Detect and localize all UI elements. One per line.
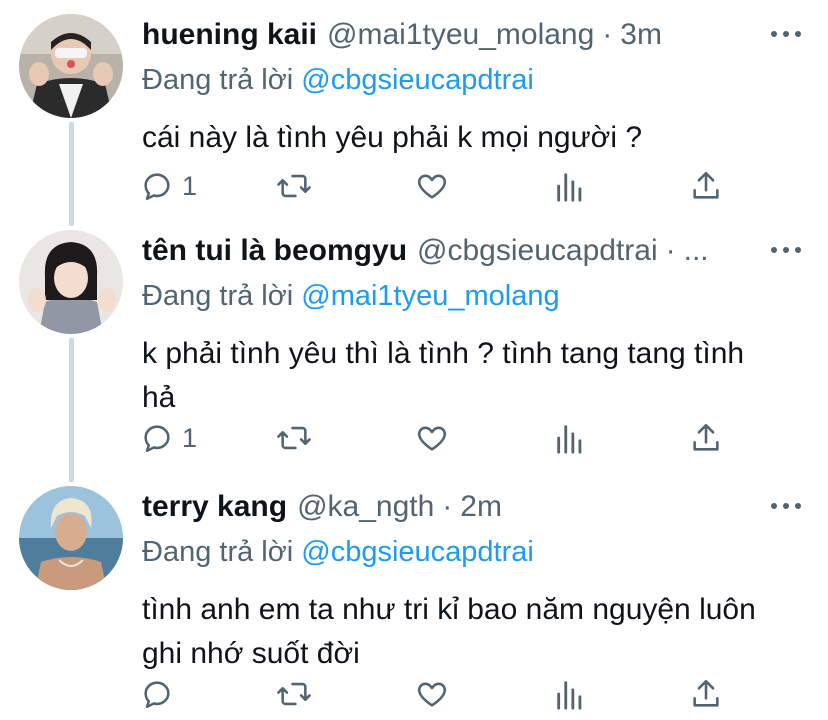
- like-icon: [414, 677, 450, 711]
- reply-icon: [140, 421, 174, 455]
- share-icon: [690, 169, 722, 203]
- tweet-header: terry kang @ka_ngth · 2m: [142, 486, 768, 528]
- tweet-text: cái này là tình yêu phải k mọi người ?: [142, 121, 643, 154]
- reply-button[interactable]: [140, 674, 182, 714]
- reply-button[interactable]: 1: [140, 418, 197, 458]
- display-name[interactable]: tên tui là beomgyu: [142, 234, 407, 268]
- tweet[interactable]: huening kaii @mai1tyeu_molang · 3m Đang …: [0, 14, 828, 214]
- more-icon[interactable]: [766, 488, 806, 524]
- tweet-text: k phải tình yêu thì là tình ? tình tang …: [142, 337, 745, 414]
- tweet[interactable]: terry kang @ka_ngth · 2m Đang trả lời @c…: [0, 486, 828, 720]
- retweet-icon: [275, 169, 313, 203]
- share-icon: [690, 677, 722, 711]
- share-button[interactable]: [690, 166, 722, 206]
- mention-link[interactable]: @cbgsieucapdtrai: [301, 64, 534, 96]
- tweet-header: tên tui là beomgyu @cbgsieucapdtrai · ..…: [142, 230, 768, 272]
- like-button[interactable]: [414, 674, 450, 714]
- user-handle[interactable]: @mai1tyeu_molang: [327, 18, 594, 52]
- retweet-button[interactable]: [275, 418, 313, 458]
- tweet[interactable]: tên tui là beomgyu @cbgsieucapdtrai · ..…: [0, 230, 828, 480]
- user-handle[interactable]: @cbgsieucapdtrai: [417, 234, 658, 268]
- action-bar: 1: [140, 166, 740, 206]
- like-button[interactable]: [414, 418, 450, 458]
- analytics-icon: [554, 169, 586, 203]
- reply-count: 1: [182, 170, 198, 201]
- timestamp[interactable]: ...: [684, 234, 709, 268]
- analytics-button[interactable]: [554, 166, 586, 206]
- replying-prefix: Đang trả lời: [142, 64, 302, 96]
- reply-icon: [140, 169, 174, 203]
- share-button[interactable]: [690, 674, 722, 714]
- analytics-icon: [554, 421, 586, 455]
- more-icon[interactable]: [766, 16, 806, 52]
- avatar[interactable]: [19, 14, 123, 118]
- avatar[interactable]: [19, 230, 123, 334]
- user-handle[interactable]: @ka_ngth: [297, 490, 434, 524]
- timestamp[interactable]: 2m: [460, 490, 502, 524]
- like-icon: [414, 169, 450, 203]
- retweet-icon: [275, 677, 313, 711]
- tweet-text: tình anh em ta như tri kỉ bao năm nguyện…: [142, 593, 756, 670]
- reply-button[interactable]: 1: [140, 166, 197, 206]
- separator: ·: [602, 18, 613, 51]
- retweet-button[interactable]: [275, 674, 313, 714]
- analytics-button[interactable]: [554, 674, 586, 714]
- action-bar: [140, 674, 740, 714]
- display-name[interactable]: terry kang: [142, 490, 287, 524]
- separator: ·: [665, 234, 676, 267]
- mention-link[interactable]: @cbgsieucapdtrai: [301, 536, 534, 568]
- mention-link[interactable]: @mai1tyeu_molang: [301, 280, 559, 312]
- share-icon: [690, 421, 722, 455]
- replying-prefix: Đang trả lời: [142, 536, 302, 568]
- avatar[interactable]: [19, 486, 123, 590]
- reply-icon: [140, 677, 174, 711]
- replying-to: Đang trả lời @cbgsieucapdtrai: [142, 536, 534, 569]
- tweet-header: huening kaii @mai1tyeu_molang · 3m: [142, 14, 768, 56]
- more-icon[interactable]: [766, 232, 806, 268]
- retweet-icon: [275, 421, 313, 455]
- like-button[interactable]: [414, 166, 450, 206]
- replying-prefix: Đang trả lời: [142, 280, 302, 312]
- analytics-button[interactable]: [554, 418, 586, 458]
- separator: ·: [442, 490, 453, 523]
- like-icon: [414, 421, 450, 455]
- share-button[interactable]: [690, 418, 722, 458]
- display-name[interactable]: huening kaii: [142, 18, 317, 52]
- retweet-button[interactable]: [275, 166, 313, 206]
- reply-count: 1: [182, 422, 198, 453]
- replying-to: Đang trả lời @mai1tyeu_molang: [142, 280, 560, 313]
- timestamp[interactable]: 3m: [620, 18, 662, 52]
- action-bar: 1: [140, 418, 740, 458]
- analytics-icon: [554, 677, 586, 711]
- replying-to: Đang trả lời @cbgsieucapdtrai: [142, 64, 534, 97]
